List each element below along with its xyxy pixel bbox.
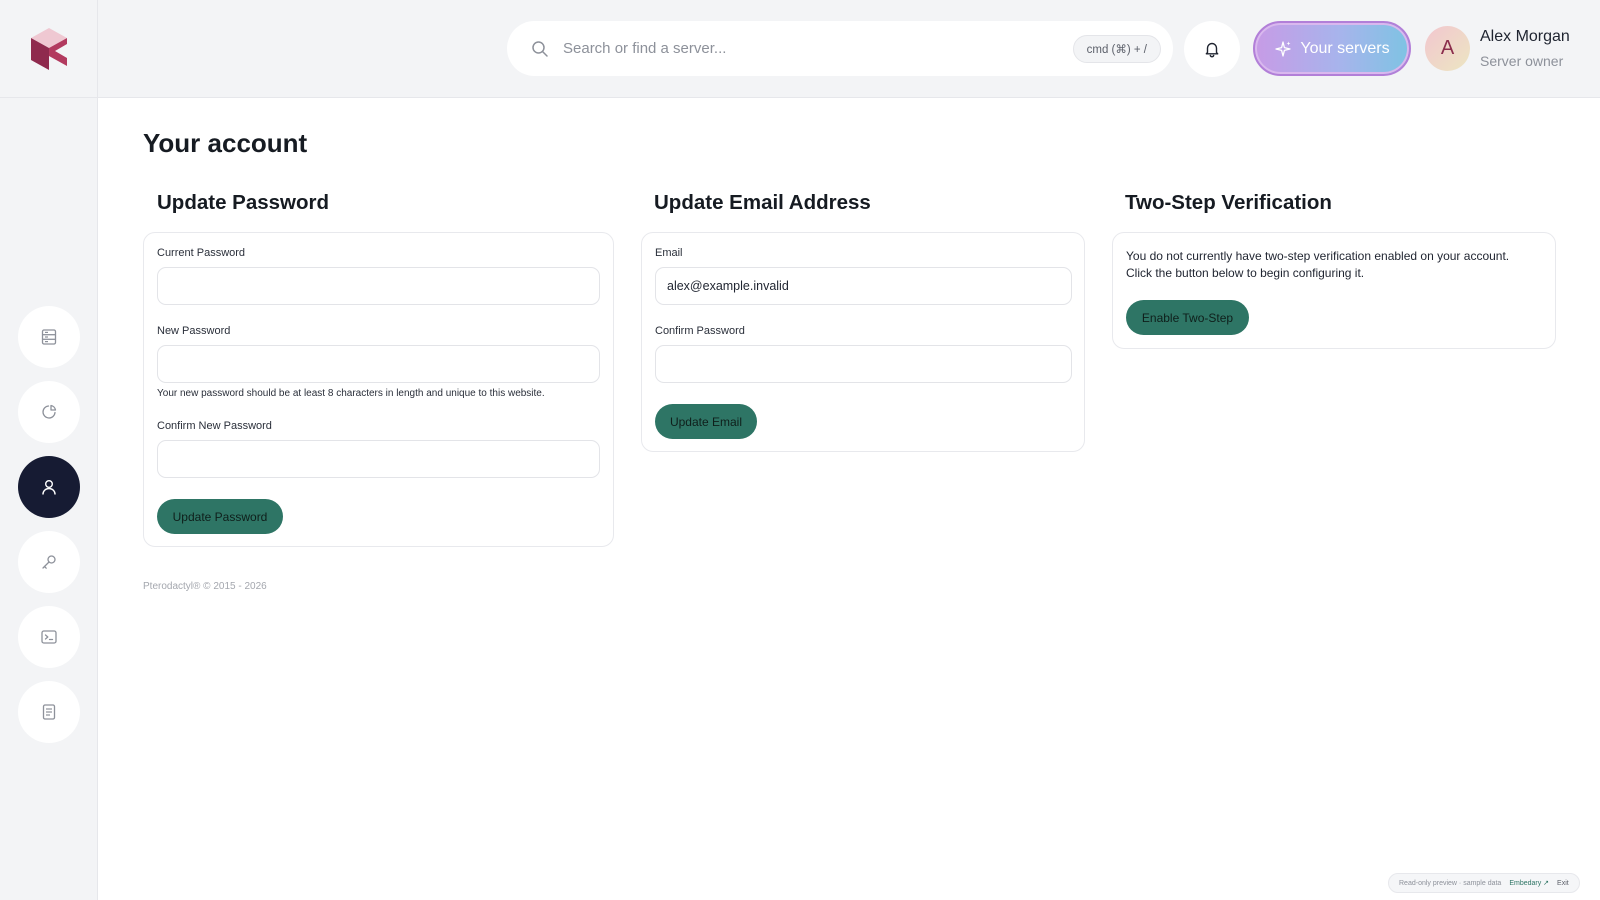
twofa-description-line2: Click the button below to begin configur… — [1126, 266, 1365, 280]
footer-copyright: Pterodactyl® © 2015 - 2026 — [143, 581, 267, 592]
confirm-new-password-label: Confirm New Password — [157, 420, 272, 432]
confirm-password-label: Confirm Password — [655, 325, 745, 337]
sidebar-item-logs[interactable] — [18, 681, 80, 743]
new-password-hint: Your new password should be at least 8 c… — [157, 388, 545, 399]
notifications-button[interactable] — [1184, 21, 1240, 77]
key-icon — [42, 555, 56, 569]
terminal-icon — [41, 630, 57, 644]
preview-notice: Read-only preview · sample data Embedary… — [1388, 873, 1580, 893]
page-title: Your account — [143, 128, 308, 158]
search-input[interactable]: Search or find a server... — [563, 40, 1073, 57]
sidebar-item-terminal[interactable] — [18, 606, 80, 668]
email-card: Email alex@example.invalid Confirm Passw… — [641, 232, 1085, 452]
twofa-card: You do not currently have two-step verif… — [1112, 232, 1556, 349]
user-icon — [42, 480, 56, 495]
update-email-button[interactable]: Update Email — [655, 404, 757, 439]
user-name: Alex Morgan — [1480, 28, 1570, 45]
avatar[interactable]: A — [1425, 26, 1470, 71]
new-password-input[interactable] — [157, 345, 600, 383]
bell-icon — [1205, 42, 1219, 58]
current-password-label: Current Password — [157, 247, 246, 259]
enable-two-step-button[interactable]: Enable Two-Step — [1126, 300, 1249, 335]
new-password-label: New Password — [157, 325, 231, 337]
twofa-section-title: Two-Step Verification — [1125, 191, 1332, 214]
email-label: Email — [655, 247, 683, 259]
user-role: Server owner — [1480, 53, 1564, 69]
exit-preview-link[interactable]: Exit — [1557, 880, 1569, 887]
logo-icon — [30, 28, 67, 70]
email-section-title: Update Email Address — [654, 191, 871, 214]
confirm-password-input[interactable] — [655, 345, 1072, 383]
current-password-input[interactable] — [157, 267, 600, 305]
confirm-new-password-input[interactable] — [157, 440, 600, 478]
your-servers-button[interactable]: Your servers — [1253, 21, 1411, 76]
sidebar-item-api-keys[interactable] — [18, 531, 80, 593]
top-header: Search or find a server... cmd (⌘) + / Y… — [0, 0, 1600, 98]
embedary-link[interactable]: Embedary ↗ — [1509, 879, 1549, 887]
sidebar-item-servers[interactable] — [18, 306, 80, 368]
sidebar — [0, 98, 98, 900]
document-icon — [42, 704, 56, 720]
email-field[interactable]: alex@example.invalid — [655, 267, 1072, 305]
twofa-description-line1: You do not currently have two-step verif… — [1126, 249, 1510, 263]
sparkle-icon — [1274, 40, 1292, 58]
search-shortcut-hint: cmd (⌘) + / — [1072, 34, 1161, 63]
sidebar-item-account[interactable] — [18, 456, 80, 518]
update-password-button[interactable]: Update Password — [157, 499, 283, 534]
search-icon — [531, 40, 549, 58]
server-list-icon — [41, 329, 57, 345]
preview-notice-text: Read-only preview · sample data — [1399, 879, 1502, 887]
your-servers-label: Your servers — [1300, 39, 1390, 57]
password-section-title: Update Password — [157, 191, 330, 214]
sidebar-item-activity[interactable] — [18, 381, 80, 443]
password-card: Current Password New Password Your new p… — [143, 232, 614, 547]
search-bar[interactable]: Search or find a server... cmd (⌘) + / — [507, 21, 1173, 76]
brand-logo[interactable] — [0, 0, 98, 98]
pie-chart-icon — [42, 404, 57, 419]
